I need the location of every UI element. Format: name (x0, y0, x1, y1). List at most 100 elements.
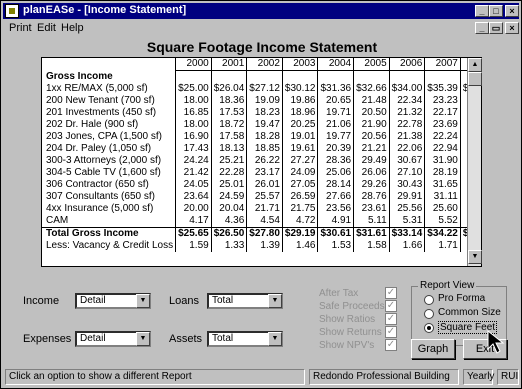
table-cell: 19.61 (281, 142, 318, 155)
main-window: planEASe - [Income Statement] _ □ × Prin… (0, 0, 522, 389)
table-cell: 4.36 (210, 214, 247, 227)
chevron-down-icon[interactable]: ▼ (268, 332, 282, 346)
table-cell: $29.19 (281, 226, 318, 240)
row-label: 4xx Insurance (5,000 sf) (46, 202, 154, 214)
year-header: 2007 (424, 58, 461, 71)
report-view-title: Report View (418, 280, 477, 291)
table-cell: $27.12 (246, 82, 283, 95)
year-header: 2004 (317, 58, 354, 71)
vertical-scrollbar[interactable]: ▲ ▼ (467, 58, 482, 266)
table-cell: 18.00 (175, 118, 212, 131)
assets-label: Assets (169, 333, 203, 345)
table-cell: 29.49 (353, 154, 390, 167)
common-size-label[interactable]: Common Size (438, 307, 501, 318)
loans-select[interactable]: Total ▼ (207, 293, 283, 309)
assets-select-value: Total (212, 333, 234, 344)
option-after-tax: After Tax (319, 288, 359, 299)
table-cell: 16.90 (175, 130, 212, 143)
menu-edit[interactable]: Edit (37, 22, 56, 34)
safe-proceeds-checkbox[interactable]: ✓ (385, 300, 397, 312)
table-cell: 23.64 (175, 190, 212, 203)
assets-select[interactable]: Total ▼ (207, 331, 283, 347)
income-select-value: Detail (80, 295, 106, 306)
child-minimize-button[interactable]: _ (475, 22, 489, 34)
loans-select-value: Total (212, 295, 234, 306)
table-cell (246, 70, 283, 83)
scroll-up-icon[interactable]: ▲ (468, 58, 482, 72)
square-feet-radio[interactable] (424, 323, 434, 333)
show-ratios-checkbox[interactable]: ✓ (385, 313, 397, 325)
child-close-button[interactable]: × (505, 22, 519, 34)
status-bar: Click an option to show a different Repo… (3, 367, 519, 387)
table-row: 201 Investments (450 sf) 16.85 17.53 18.23 1… (42, 106, 481, 119)
table-cell: 21.21 (353, 142, 390, 155)
table-cell: 19.47 (246, 118, 283, 131)
scroll-down-icon[interactable]: ▼ (468, 250, 482, 264)
graph-button[interactable]: Graph (411, 339, 455, 359)
table-cell: 27.10 (388, 166, 425, 179)
table-cell: 22.34 (388, 94, 425, 107)
table-cell: 27.66 (317, 190, 354, 203)
status-mode: RUI (497, 369, 519, 385)
table-cell: $26.50 (210, 226, 247, 240)
table-cell: 23.56 (317, 202, 354, 215)
table-cell: 26.22 (246, 154, 283, 167)
table-cell: 22.28 (210, 166, 247, 179)
year-header: 2002 (246, 58, 283, 71)
minimize-button[interactable]: _ (475, 5, 489, 17)
table-cell: 30.43 (388, 178, 425, 191)
table-cell: 20.25 (281, 118, 318, 131)
table-cell: 19.71 (317, 106, 354, 119)
table-cell: 23.23 (424, 94, 461, 107)
chevron-down-icon[interactable]: ▼ (136, 294, 150, 308)
pro-forma-radio[interactable] (424, 295, 434, 305)
loans-label: Loans (169, 295, 199, 307)
report-title: Square Footage Income Statement (146, 39, 378, 55)
table-cell: $34.00 (388, 82, 425, 95)
menu-help[interactable]: Help (61, 22, 84, 34)
table-cell: 18.72 (210, 118, 247, 131)
table-cell: $31.36 (317, 82, 354, 95)
maximize-button[interactable]: □ (489, 5, 503, 17)
common-size-radio[interactable] (424, 309, 434, 319)
expenses-select-value: Detail (80, 333, 106, 344)
expenses-select[interactable]: Detail ▼ (75, 331, 151, 347)
table-cell: 18.36 (210, 94, 247, 107)
table-cell (353, 70, 390, 83)
report-grid[interactable]: 200020012002200320042005200620072008Gros… (41, 57, 482, 267)
row-label: Total Gross Income (42, 226, 176, 240)
after-tax-checkbox[interactable]: ✓ (385, 287, 397, 299)
show-returns-checkbox[interactable]: ✓ (385, 326, 397, 338)
table-cell (388, 70, 425, 83)
option-show-returns: Show Returns (319, 327, 382, 338)
row-label: 304-5 Cable TV (1,600 sf) (46, 166, 161, 178)
chevron-down-icon[interactable]: ▼ (136, 332, 150, 346)
show-npvs-checkbox[interactable]: ✓ (385, 339, 397, 351)
table-cell: 21.90 (353, 118, 390, 131)
table-cell: 27.27 (281, 154, 318, 167)
horizontal-scrollbar[interactable] (41, 267, 482, 281)
pro-forma-label[interactable]: Pro Forma (438, 293, 485, 304)
table-cell: 20.50 (353, 106, 390, 119)
table-cell: 21.75 (281, 202, 318, 215)
child-restore-button[interactable]: ▭ (489, 22, 503, 34)
table-cell: 1.71 (424, 239, 461, 252)
scroll-thumb[interactable] (468, 72, 482, 86)
row-label: 203 Jones, CPA (1,500 sf) (46, 130, 162, 142)
menu-print[interactable]: Print (9, 22, 32, 34)
income-select[interactable]: Detail ▼ (75, 293, 151, 309)
app-icon[interactable] (5, 4, 19, 18)
table-cell: $27.80 (246, 226, 283, 240)
table-cell: $26.04 (210, 82, 247, 95)
close-button[interactable]: × (505, 5, 519, 17)
chevron-down-icon[interactable]: ▼ (268, 294, 282, 308)
table-cell: 18.13 (210, 142, 247, 155)
table-cell: 24.24 (175, 154, 212, 167)
table-cell: $30.12 (281, 82, 318, 95)
table-cell: 22.06 (388, 142, 425, 155)
table-cell: 26.06 (353, 166, 390, 179)
title-bar: planEASe - [Income Statement] _ □ × (3, 3, 519, 19)
table-cell: $30.61 (317, 226, 354, 240)
table-cell: 25.01 (210, 178, 247, 191)
option-show-ratios: Show Ratios (319, 314, 376, 325)
